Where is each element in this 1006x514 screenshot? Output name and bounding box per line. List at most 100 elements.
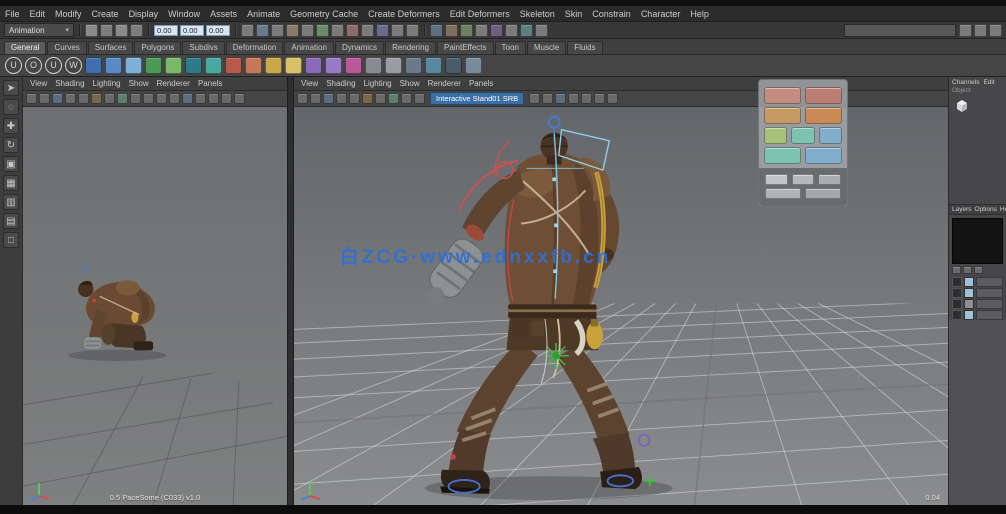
panel-menu-item[interactable]: Renderer [153,79,194,88]
layer-row[interactable] [949,276,1006,287]
shelf-icon[interactable] [365,57,382,74]
status-icon[interactable] [490,24,503,37]
shelf-icon[interactable]: U [45,57,62,74]
outliner-panel[interactable] [952,218,1003,264]
status-icon[interactable] [505,24,518,37]
menu-item[interactable]: Assets [205,9,242,19]
shelf-icon[interactable] [325,57,342,74]
shelf-icon[interactable] [245,57,262,74]
viewport-icon[interactable] [414,93,425,104]
status-icon[interactable] [130,24,143,37]
shelf-tab[interactable]: Rendering [385,41,436,54]
picker-button[interactable] [805,188,841,199]
main-viewport-canvas[interactable]: 白ZCG·www.ednxxfb.cn 0.04 [294,107,948,505]
menu-item[interactable]: Help [685,9,714,19]
picker-button[interactable] [764,107,801,124]
shelf-icon[interactable] [465,57,482,74]
picker-button[interactable] [805,107,842,124]
coordinate-field[interactable]: 0.00 [180,25,204,36]
menu-item[interactable]: Window [163,9,205,19]
layer-visibility-toggle[interactable] [952,277,962,287]
viewport-icon[interactable] [362,93,373,104]
panel-menu-item[interactable]: Shading [322,79,359,88]
viewport-icon[interactable] [297,93,308,104]
coordinate-field[interactable]: 0.00 [154,25,178,36]
shelf-tab[interactable]: Fluids [567,41,602,54]
shelf-tab[interactable]: Polygons [134,41,181,54]
shelf-tab[interactable]: Surfaces [88,41,134,54]
picker-button[interactable] [818,174,841,185]
layer-menu-item[interactable]: Layers [952,206,972,213]
layout-single-button[interactable]: ▦ [3,175,19,191]
picker-button[interactable] [765,174,788,185]
layer-color-chip[interactable] [964,310,974,320]
picker-button[interactable] [764,127,787,144]
menu-item[interactable]: Skin [560,9,588,19]
rotate-tool[interactable]: ↻ [3,137,19,153]
panel-menu-item[interactable]: Lighting [89,79,125,88]
viewport-icon[interactable] [234,93,245,104]
picker-button[interactable] [819,127,842,144]
status-icon[interactable] [241,24,254,37]
shelf-tab[interactable]: Curves [47,41,86,54]
viewport-icon[interactable] [581,93,592,104]
status-icon[interactable] [989,24,1002,37]
shelf-icon[interactable] [205,57,222,74]
viewport-splitter[interactable] [287,77,294,505]
viewport-icon[interactable] [130,93,141,104]
shelf-tab[interactable]: PaintEffects [437,41,494,54]
status-icon[interactable] [974,24,987,37]
status-icon[interactable] [535,24,548,37]
panel-menu-item[interactable]: Panels [465,79,497,88]
shelf-tab[interactable]: Deformation [226,41,284,54]
layer-visibility-toggle[interactable] [952,288,962,298]
viewport-icon[interactable] [221,93,232,104]
layer-menu-item[interactable]: Help [1000,206,1006,213]
picker-button[interactable] [765,188,801,199]
panel-menu-item[interactable]: View [26,79,51,88]
picker-button[interactable] [792,174,815,185]
time-slider[interactable] [0,505,1006,514]
viewport-icon[interactable] [156,93,167,104]
shelf-icon[interactable] [185,57,202,74]
viewport-icon[interactable] [375,93,386,104]
layer-visibility-toggle[interactable] [952,299,962,309]
menu-item[interactable]: Character [636,9,686,19]
panel-menu-item[interactable]: Panels [194,79,226,88]
move-tool[interactable]: ✚ [3,118,19,134]
shelf-icon[interactable] [425,57,442,74]
select-tool[interactable]: ➤ [3,80,19,96]
viewport-icon[interactable] [117,93,128,104]
shelf-icon[interactable] [165,57,182,74]
status-icon[interactable] [430,24,443,37]
viewport-icon[interactable] [607,93,618,104]
viewport-icon[interactable] [78,93,89,104]
picker-button[interactable] [791,127,814,144]
quick-select-field[interactable] [844,24,956,37]
status-icon[interactable] [391,24,404,37]
menu-item[interactable]: Create [87,9,124,19]
shelf-icon[interactable] [305,57,322,74]
viewport-icon[interactable] [65,93,76,104]
shelf-icon[interactable] [345,57,362,74]
menu-item[interactable]: Edit [25,9,51,19]
shelf-icon[interactable] [385,57,402,74]
panel-menu-item[interactable]: View [297,79,322,88]
viewport-icon[interactable] [568,93,579,104]
viewport-icon[interactable] [91,93,102,104]
shelf-icon[interactable] [105,57,122,74]
picker-button[interactable] [764,87,801,104]
shelf-tab[interactable]: Dynamics [335,41,384,54]
channel-box-tab[interactable]: Channels [952,79,979,86]
viewport-icon[interactable] [336,93,347,104]
shelf-icon[interactable] [285,57,302,74]
layout-split-button[interactable]: ▤ [3,213,19,229]
viewport-icon[interactable] [195,93,206,104]
menu-item[interactable]: Modify [50,9,87,19]
panel-menu-item[interactable]: Renderer [424,79,465,88]
shelf-icon[interactable] [445,57,462,74]
viewport-icon[interactable] [349,93,360,104]
viewport-icon[interactable] [182,93,193,104]
viewport-icon[interactable] [594,93,605,104]
menu-item[interactable]: Skeleton [515,9,560,19]
